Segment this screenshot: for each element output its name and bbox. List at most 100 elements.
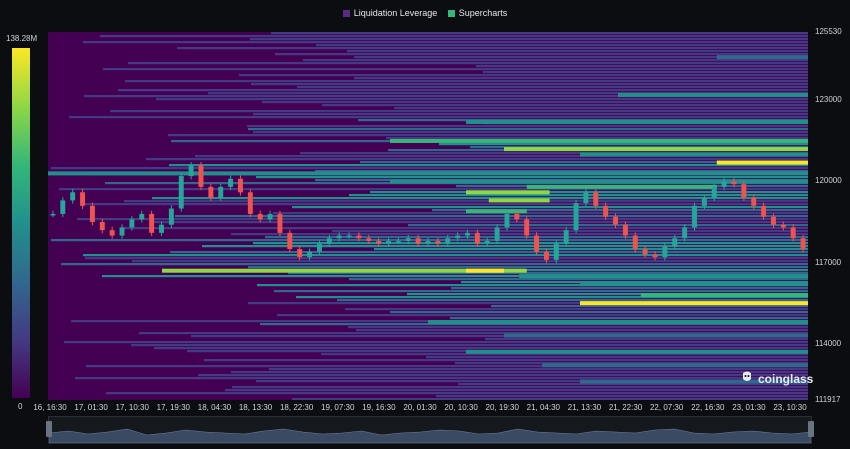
price-candle (129, 219, 135, 228)
heatmap-cell-row (275, 53, 808, 56)
x-tick-label: 20, 19:30 (485, 403, 519, 412)
heatmap-cell-row (75, 377, 808, 380)
liquidation-band (526, 184, 717, 189)
heatmap-cell-row (83, 254, 808, 257)
price-candle (70, 192, 76, 201)
watermark-text: coinglass (758, 371, 814, 386)
price-candle (405, 238, 411, 241)
heatmap-cell-row (408, 224, 808, 227)
heatmap-cell-row (69, 116, 808, 119)
navigator-series (48, 428, 812, 444)
liquidation-band (580, 152, 808, 157)
heatmap-cell-row (85, 203, 808, 206)
navigator-right-handle[interactable] (808, 421, 814, 437)
price-candle (376, 240, 382, 244)
x-tick-label: 19, 07:30 (321, 403, 355, 412)
heatmap-cell-row (347, 50, 808, 53)
x-tick-label: 23, 10:30 (773, 403, 807, 412)
price-candle (445, 238, 451, 244)
coinglass-logo-icon (740, 370, 754, 387)
price-candle (672, 238, 678, 247)
liquidation-band (466, 190, 550, 195)
liquidation-band (618, 92, 808, 97)
price-candle (425, 240, 431, 244)
price-candle (247, 192, 253, 214)
price-candle (109, 230, 115, 236)
heatmap-cell-row (231, 371, 808, 374)
price-candle (593, 192, 599, 206)
heatmap-cell-row (103, 68, 808, 71)
price-candle (277, 213, 283, 233)
liquidation-band (716, 160, 808, 165)
heatmap-cell-row (146, 158, 808, 161)
heatmap-cell-row (390, 311, 808, 314)
heatmap-cell-row (439, 143, 808, 146)
liquidation-band (580, 282, 808, 287)
price-candle (751, 197, 757, 206)
heatmap-cell-row (248, 266, 808, 269)
price-candle (682, 227, 688, 239)
price-candle (652, 254, 658, 258)
heatmap-cell-row (253, 113, 808, 116)
navigator-left-handle[interactable] (46, 421, 52, 437)
price-candle (218, 186, 224, 198)
heatmap-cell-row (168, 134, 808, 137)
liquidation-band (504, 147, 808, 152)
price-candle (99, 222, 105, 231)
heatmap-cell-row (394, 107, 808, 110)
liquidation-band (466, 268, 504, 273)
heatmap-cell-row (271, 32, 808, 35)
price-candle (336, 235, 342, 239)
heatmap-cell-row (450, 317, 808, 320)
price-candle (297, 249, 303, 258)
price-candle (238, 178, 243, 193)
price-candle (395, 240, 401, 243)
heatmap-cell-row (262, 101, 808, 104)
heatmap-cell-row (274, 290, 808, 293)
price-candle (208, 186, 214, 198)
price-candle (632, 235, 638, 250)
y-tick-label: 120000 (815, 176, 842, 186)
legend-item-liquidation-leverage[interactable]: Liquidation Leverage (342, 8, 437, 18)
heatmap-cell-row (491, 305, 808, 308)
heatmap-cell-row (100, 35, 808, 38)
price-candle (307, 251, 313, 258)
liquidation-heatmap[interactable] (48, 32, 808, 400)
price-candle (366, 238, 372, 241)
y-tick-label: 125530 (815, 27, 842, 36)
y-tick-label: 114000 (815, 338, 842, 348)
heatmap-cell-row (125, 80, 808, 83)
heatmap-cell-row (131, 344, 808, 347)
heatmap-cell-row (247, 125, 808, 128)
x-tick-label: 21, 22:30 (608, 403, 643, 412)
liquidation-band (716, 55, 808, 60)
y-tick-label: 111917 (815, 395, 841, 404)
colorbar-max-label: 138.28M (6, 34, 38, 43)
heatmap-cell-row (177, 47, 808, 50)
price-candle (534, 235, 540, 252)
heatmap-cell-row (154, 347, 808, 350)
heatmap-cell-row (253, 242, 808, 245)
price-candle (159, 224, 164, 233)
legend-swatch (447, 9, 455, 17)
price-candle (741, 184, 747, 198)
heatmap-cell-row (153, 221, 808, 224)
heatmap-cell-row (170, 251, 808, 254)
price-candle (662, 246, 668, 258)
heatmap-cell-row (256, 176, 808, 179)
legend-item-supercharts[interactable]: Supercharts (447, 8, 507, 18)
price-candle (465, 232, 470, 236)
heatmap-cell-row (426, 356, 808, 359)
price-candle (326, 238, 332, 244)
liquidation-band (466, 349, 808, 354)
price-candle (257, 213, 263, 220)
time-range-navigator[interactable] (46, 416, 814, 444)
heatmap-cell-row (386, 137, 808, 140)
price-candle (692, 205, 697, 228)
x-tick-label: 17, 19:30 (156, 403, 191, 412)
heatmap-cell-row (337, 299, 808, 302)
heatmap-cell-row (322, 104, 808, 107)
x-tick-label: 18, 13:30 (238, 403, 273, 412)
heatmap-cell-row (77, 218, 808, 221)
price-candle (119, 227, 125, 236)
